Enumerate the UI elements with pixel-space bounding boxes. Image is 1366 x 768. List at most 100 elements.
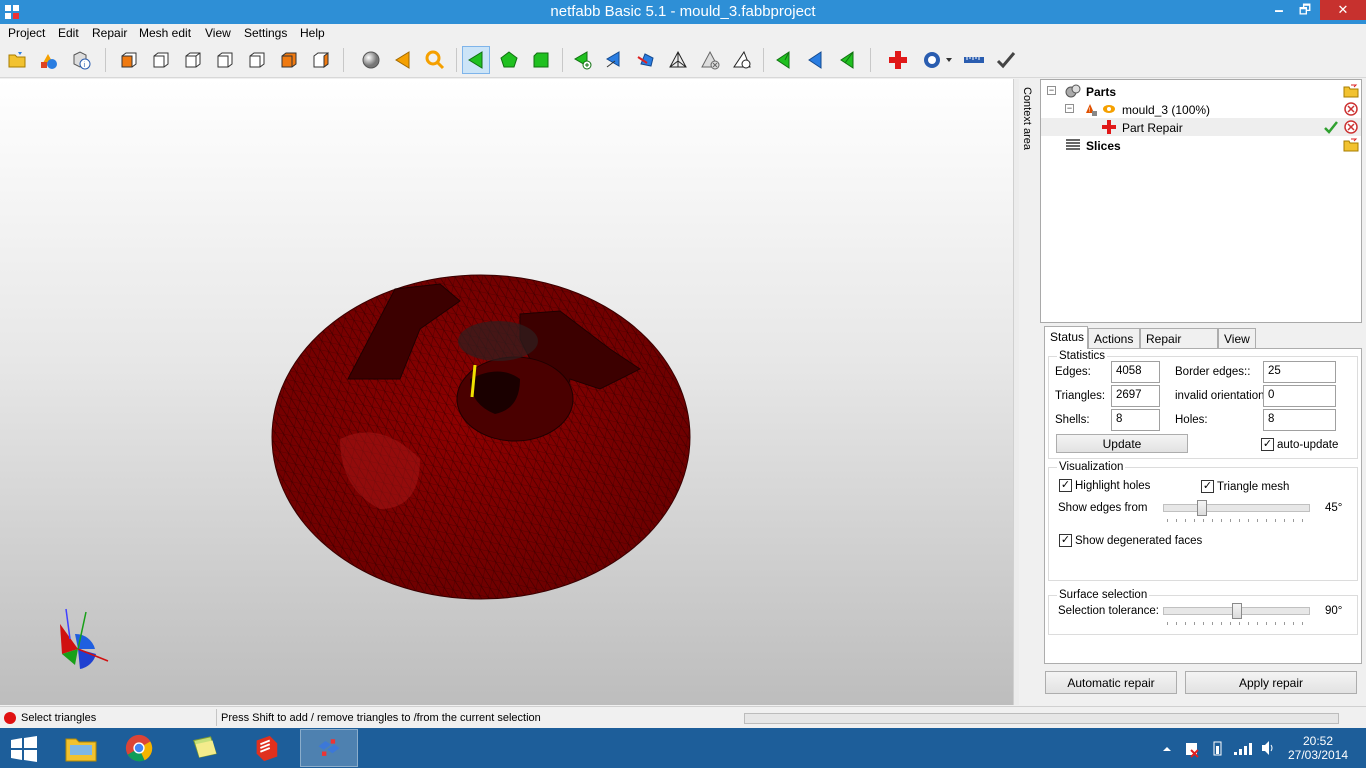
collapse-parts-icon[interactable]: − <box>1047 86 1056 95</box>
edges-field[interactable]: 4058 <box>1111 361 1160 383</box>
project-tree: − Parts − ! mould_3 (100%) Part Repair S… <box>1040 79 1362 323</box>
triangle-mesh-label: Triangle mesh <box>1217 481 1290 493</box>
menu-project[interactable]: Project <box>8 26 45 40</box>
remove-icon[interactable] <box>696 46 724 74</box>
visibility-eye-icon[interactable] <box>1101 101 1117 117</box>
shells-field[interactable]: 8 <box>1111 409 1160 431</box>
view-right-icon[interactable] <box>211 46 239 74</box>
open-slices-folder-icon[interactable] <box>1343 137 1359 153</box>
toolbar: i <box>0 42 1366 78</box>
triangles-field[interactable]: 2697 <box>1111 385 1160 407</box>
holes-label: Holes: <box>1175 414 1208 426</box>
update-button[interactable]: Update <box>1056 434 1188 453</box>
tab-repair-scripts[interactable]: Repair scripts <box>1140 328 1218 360</box>
clock-time: 20:52 <box>1302 734 1334 748</box>
part-repair-label: Part Repair <box>1122 121 1183 135</box>
automatic-repair-button[interactable]: Automatic repair <box>1045 671 1177 694</box>
scripts-icon[interactable] <box>916 46 958 74</box>
open-project-icon[interactable] <box>3 46 31 74</box>
holes-field[interactable]: 8 <box>1263 409 1336 431</box>
tab-status[interactable]: Status <box>1044 326 1088 349</box>
tree-item-part[interactable]: − ! mould_3 (100%) <box>1041 100 1361 118</box>
selection-tolerance-slider[interactable] <box>1163 603 1310 627</box>
select-triangles-icon[interactable] <box>462 46 490 74</box>
netfabb-icon[interactable] <box>300 729 358 767</box>
selection-tolerance-label: Selection tolerance: <box>1058 605 1160 617</box>
apply-check-icon[interactable] <box>992 46 1020 74</box>
mould-3d-model[interactable] <box>0 79 1013 705</box>
menu-help[interactable]: Help <box>300 26 325 40</box>
menu-settings[interactable]: Settings <box>244 26 287 40</box>
view-bottom-icon[interactable] <box>275 46 303 74</box>
chrome-icon[interactable] <box>110 729 168 767</box>
arrow-green-icon[interactable] <box>770 46 798 74</box>
context-area-tab[interactable]: Context area <box>1019 79 1039 705</box>
parts-label: Parts <box>1086 85 1117 99</box>
collapse-part-icon[interactable]: − <box>1065 104 1074 113</box>
select-shells-icon[interactable] <box>495 46 523 74</box>
minimize-button[interactable]: 🗕 <box>1266 0 1292 20</box>
auto-update-checkbox[interactable]: ✓ <box>1261 438 1274 451</box>
tab-actions[interactable]: Actions <box>1088 328 1140 348</box>
invalid-orientation-field[interactable]: 0 <box>1263 385 1336 407</box>
surface-selection-group: Surface selection Selection tolerance: 9… <box>1048 589 1358 635</box>
view-back-icon[interactable] <box>147 46 175 74</box>
show-edges-slider[interactable] <box>1163 500 1310 524</box>
wireframe-icon[interactable] <box>664 46 692 74</box>
select-surface-icon[interactable] <box>527 46 555 74</box>
zoom-icon[interactable] <box>421 46 449 74</box>
menu-view[interactable]: View <box>205 26 231 40</box>
add-part-icon[interactable] <box>35 46 63 74</box>
sticky-notes-icon[interactable] <box>176 729 234 767</box>
add-triangle-icon[interactable] <box>568 46 596 74</box>
selection-tolerance-slider-thumb[interactable] <box>1232 603 1242 619</box>
file-explorer-icon[interactable] <box>52 729 110 767</box>
menu-mesh-edit[interactable]: Mesh edit <box>139 26 191 40</box>
show-edges-slider-thumb[interactable] <box>1197 500 1207 516</box>
window-title: netfabb Basic 5.1 - mould_3.fabbproject <box>550 3 816 20</box>
title-bar: netfabb Basic 5.1 - mould_3.fabbproject … <box>0 0 1366 24</box>
menu-edit[interactable]: Edit <box>58 26 79 40</box>
shading-icon[interactable] <box>357 46 385 74</box>
parts-icon <box>1065 83 1081 99</box>
sketchup-icon[interactable] <box>237 729 295 767</box>
view-perspective-icon[interactable] <box>307 46 335 74</box>
apply-repair-button[interactable]: Apply repair <box>1185 671 1357 694</box>
status-indicator-icon <box>4 712 16 724</box>
repair-panel: Status Actions Repair scripts View Stati… <box>1040 324 1364 704</box>
arrow-icon[interactable] <box>389 46 417 74</box>
cut-triangles-icon[interactable] <box>632 46 660 74</box>
part-info-icon[interactable]: i <box>67 46 95 74</box>
taskbar-clock[interactable]: 20:52 27/03/2014 <box>1286 734 1350 762</box>
remove-part-icon[interactable] <box>1343 101 1359 117</box>
deselect-icon[interactable] <box>728 46 756 74</box>
repair-icon[interactable] <box>884 46 912 74</box>
menu-repair[interactable]: Repair <box>92 26 127 40</box>
highlight-holes-checkbox[interactable]: ✓ <box>1059 479 1072 492</box>
apply-check-green-icon[interactable] <box>1323 119 1339 135</box>
tree-item-part-repair[interactable]: Part Repair <box>1041 118 1361 136</box>
border-edges-field[interactable]: 25 <box>1263 361 1336 383</box>
view-front-icon[interactable] <box>115 46 143 74</box>
clock-date: 27/03/2014 <box>1287 748 1349 762</box>
close-button[interactable]: ✕ <box>1320 0 1366 20</box>
view-left-icon[interactable] <box>179 46 207 74</box>
maximize-button[interactable]: 🗗 <box>1292 0 1318 20</box>
menu-bar: Project Edit Repair Mesh edit View Setti… <box>0 24 1366 42</box>
triangle-mesh-checkbox[interactable]: ✓ <box>1201 480 1214 493</box>
windows-start-icon[interactable] <box>10 736 38 762</box>
view-top-icon[interactable] <box>243 46 271 74</box>
tree-item-parts[interactable]: − Parts <box>1041 82 1361 100</box>
tree-item-slices[interactable]: Slices <box>1041 136 1361 154</box>
arrow-triangle-icon[interactable] <box>834 46 862 74</box>
tab-view[interactable]: View <box>1218 328 1256 348</box>
connect-triangles-icon[interactable] <box>600 46 628 74</box>
3d-viewport[interactable] <box>0 79 1013 705</box>
degenerated-faces-checkbox[interactable]: ✓ <box>1059 534 1072 547</box>
cancel-repair-icon[interactable] <box>1343 119 1359 135</box>
open-folder-icon[interactable] <box>1343 83 1359 99</box>
visualization-group: Visualization ✓ Highlight holes ✓ Triang… <box>1048 461 1358 581</box>
part-label: mould_3 (100%) <box>1122 103 1211 117</box>
arrow-blue-icon[interactable] <box>802 46 830 74</box>
ruler-icon[interactable] <box>960 46 988 74</box>
